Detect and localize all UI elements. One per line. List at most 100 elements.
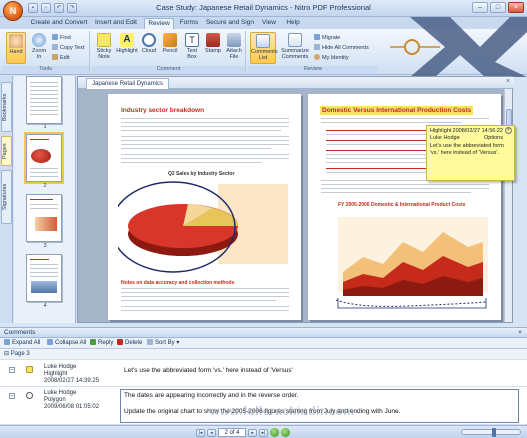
- page-indicator[interactable]: 2 of 4: [218, 428, 246, 437]
- app-menu-button[interactable]: N: [3, 1, 23, 21]
- comment-popup[interactable]: × Highlight 2008/02/27 14:56:22 Luke Hod…: [426, 125, 515, 181]
- comments-panel-header: Comments ×: [0, 327, 527, 338]
- comment-author: Luke Hodge: [44, 390, 77, 396]
- thumbnail-page-4[interactable]: [26, 254, 62, 302]
- status-bar: |◂ ◂ 2 of 4 ▸ ▸|: [0, 425, 527, 438]
- tab-help[interactable]: Help: [283, 18, 303, 29]
- comment-author: Luke Hodge: [44, 364, 77, 370]
- tools-group-label: Tools: [2, 66, 89, 73]
- reply-icon: [90, 339, 96, 345]
- edit-button[interactable]: Edit: [52, 54, 69, 62]
- thumbnail-number: 4: [43, 303, 47, 309]
- sticky-note-icon: [97, 33, 111, 47]
- next-page-button[interactable]: ▸: [248, 428, 257, 437]
- popup-author-row: Luke Hodge Options: [430, 135, 511, 142]
- zoom-in-button[interactable]: Zoom In: [29, 32, 49, 64]
- tab-create-and-convert[interactable]: Create and Convert: [30, 18, 88, 29]
- popup-options-menu[interactable]: Options: [484, 135, 503, 142]
- comment-date: 2008/02/27 14:39:25: [44, 378, 100, 384]
- comment-row[interactable]: – Luke Hodge Highlight 2008/02/27 14:39:…: [0, 361, 527, 387]
- document-tab[interactable]: Japanese Retail Dynamics: [86, 78, 170, 89]
- go-forward-icon[interactable]: [270, 428, 279, 437]
- tab-signatures[interactable]: Signatures: [1, 170, 12, 224]
- comment-group-label: Comment: [92, 66, 245, 73]
- comments-page-group[interactable]: ⊟ Page 3: [0, 349, 527, 360]
- thumbnail-page-1[interactable]: [26, 76, 62, 124]
- page-thumbnails-panel: 1 2 3 4: [14, 76, 76, 323]
- zoom-slider-knob[interactable]: [492, 428, 496, 437]
- tab-pages[interactable]: Pages: [1, 136, 12, 166]
- page-left[interactable]: Industry sector breakdown Q2 Sales by In…: [108, 94, 301, 320]
- close-document-icon[interactable]: ×: [506, 78, 510, 85]
- expand-all-button[interactable]: Expand All: [4, 339, 40, 348]
- document-scrollbar[interactable]: [504, 89, 512, 322]
- page-heading: Domestic Versus International Production…: [320, 106, 474, 115]
- text-box-icon: T: [185, 33, 199, 47]
- sort-by-button[interactable]: Sort By ▾: [147, 339, 179, 348]
- popup-text[interactable]: Let's use the abbreviated form 'vs.' her…: [430, 143, 511, 157]
- pencil-icon: [163, 33, 177, 47]
- comments-toolbar: Expand All Collapse All Reply Delete Sor…: [0, 338, 527, 349]
- comments-list-button[interactable]: Comments List: [250, 32, 278, 64]
- collapse-icon: [47, 339, 53, 345]
- zoom-icon: [32, 33, 46, 47]
- cloud-icon: [142, 33, 156, 47]
- popup-date: 2008/02/27 14:56:22: [452, 128, 503, 134]
- stamp-button[interactable]: Stamp: [204, 32, 222, 64]
- thumbnail-page-3[interactable]: [26, 194, 62, 242]
- hide-icon: [314, 44, 320, 50]
- identity-icon: [314, 54, 320, 60]
- first-page-button[interactable]: |◂: [196, 428, 205, 437]
- sticky-note-button[interactable]: Sticky Note: [94, 32, 114, 64]
- app-window: ▪ ▫ ↶ ↷ Case Study: Japanese Retail Dyna…: [0, 0, 527, 438]
- watermark: www.fullcrackindir.com: [210, 404, 355, 418]
- hand-button[interactable]: Hand: [6, 32, 26, 64]
- go-back-icon[interactable]: [281, 428, 290, 437]
- summarize-comments-button[interactable]: Summarize Comments: [279, 32, 311, 64]
- expand-toggle[interactable]: –: [9, 367, 15, 373]
- tools-group: Hand Zoom In Find Copy Text Edit Tools: [2, 31, 90, 73]
- migrate-button[interactable]: Migrate: [314, 34, 340, 42]
- page-navigator: |◂ ◂ 2 of 4 ▸ ▸|: [196, 428, 290, 437]
- hide-all-comments-button[interactable]: Hide All Comments: [314, 44, 369, 52]
- tab-insert-and-edit[interactable]: Insert and Edit: [92, 18, 140, 29]
- migrate-icon: [314, 34, 320, 40]
- tab-forms[interactable]: Forms: [177, 18, 201, 29]
- highlight-button[interactable]: A Highlight: [116, 32, 138, 64]
- copy-text-button[interactable]: Copy Text: [52, 44, 84, 52]
- expand-toggle[interactable]: –: [9, 393, 15, 399]
- expand-icon: [4, 339, 10, 345]
- comment-meta: Luke Hodge Highlight 2008/02/27 14:39:25: [44, 364, 99, 385]
- last-page-button[interactable]: ▸|: [259, 428, 268, 437]
- collapse-all-button[interactable]: Collapse All: [47, 339, 86, 348]
- polygon-icon: [26, 392, 33, 399]
- tab-secure-and-sign[interactable]: Secure and Sign: [205, 18, 255, 29]
- prev-page-button[interactable]: ◂: [207, 428, 216, 437]
- comment-text[interactable]: Let's use the abbreviated form 'vs.' her…: [124, 367, 293, 374]
- pencil-button[interactable]: Pencil: [160, 32, 180, 64]
- thumbnail-page-2[interactable]: [24, 132, 64, 184]
- comment-type: Polygon: [44, 397, 66, 403]
- tab-review[interactable]: Review: [144, 18, 174, 29]
- delete-button[interactable]: Delete: [117, 339, 142, 348]
- tab-bookmarks[interactable]: Bookmarks: [1, 82, 12, 132]
- reply-button[interactable]: Reply: [90, 339, 113, 348]
- close-icon[interactable]: ×: [505, 127, 512, 134]
- document-viewer[interactable]: Japanese Retail Dynamics × Industry sect…: [77, 76, 514, 323]
- highlight-icon: A: [120, 33, 134, 47]
- popup-header: Highlight 2008/02/27 14:56:22: [430, 128, 511, 135]
- cloud-button[interactable]: Cloud: [140, 32, 158, 64]
- my-identity-button[interactable]: My Identity: [314, 54, 349, 62]
- find-button[interactable]: Find: [52, 34, 71, 42]
- close-panel-icon[interactable]: ×: [518, 328, 522, 338]
- zoom-slider[interactable]: [461, 428, 521, 437]
- tab-view[interactable]: View: [259, 18, 279, 29]
- comment-text[interactable]: The dates are appearing incorrectly and …: [124, 392, 299, 399]
- comments-panel-title: Comments: [4, 329, 36, 336]
- text-box-button[interactable]: T Text Box: [182, 32, 202, 64]
- popup-author: Luke Hodge: [430, 135, 460, 141]
- attach-file-button[interactable]: Attach File: [224, 32, 244, 64]
- edit-icon: [52, 54, 58, 60]
- comment-date: 2009/06/08 01:05:02: [44, 404, 100, 410]
- comments-list-icon: [256, 34, 270, 48]
